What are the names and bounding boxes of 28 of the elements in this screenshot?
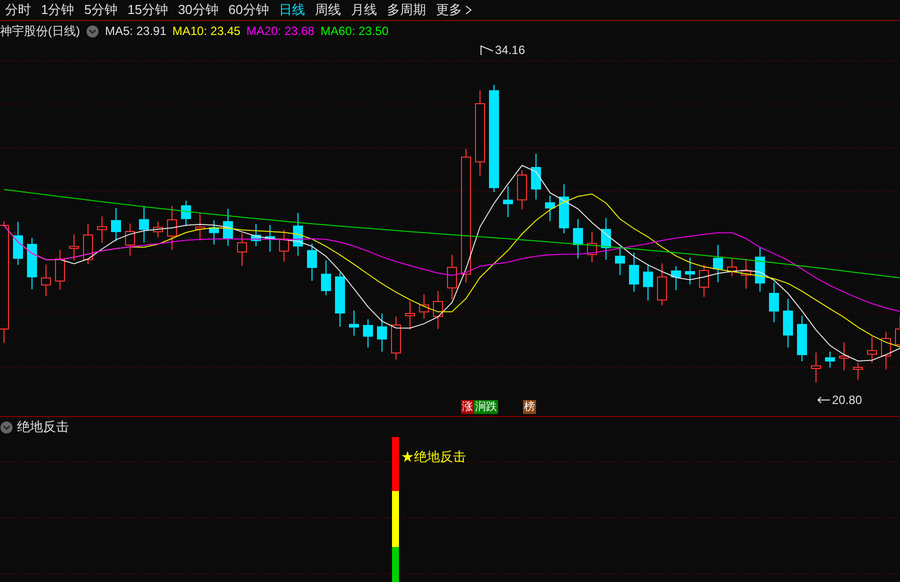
signal-label: ★绝地反击 (401, 448, 466, 466)
arrow-left-icon (817, 396, 831, 404)
event-tag[interactable]: 涧跌 (474, 400, 498, 414)
period-tab[interactable]: 60分钟 (223, 0, 274, 20)
moving-average-value: MA60: 23.50 (320, 23, 389, 40)
period-tab[interactable]: 15分钟 (122, 0, 173, 20)
moving-average-value: MA5: 23.91 (105, 23, 166, 40)
period-tab[interactable]: 月线 (346, 0, 382, 20)
chart-title: 神宇股份(日线) (0, 23, 80, 40)
moving-average-value: MA20: 23.68 (246, 23, 314, 40)
low-price-label: 20.80 (832, 392, 862, 409)
chevron-right-icon (464, 5, 472, 15)
event-tag[interactable]: 涨 (461, 400, 474, 414)
dropdown-icon[interactable] (0, 420, 13, 434)
moving-average-value: MA10: 23.45 (172, 23, 240, 40)
indicator-title: 绝地反击 (17, 418, 69, 436)
period-tab[interactable]: 多周期 (382, 0, 431, 20)
period-tab[interactable]: 日线 (274, 0, 310, 20)
period-tab[interactable]: 1分钟 (36, 0, 80, 20)
period-tab[interactable]: 更多 (430, 0, 477, 20)
dropdown-icon[interactable] (86, 24, 99, 38)
period-tab[interactable]: 周线 (310, 0, 346, 20)
event-tag[interactable]: 榜 (523, 400, 536, 414)
period-tab[interactable]: 30分钟 (172, 0, 224, 20)
period-tab[interactable]: 分时 (0, 0, 36, 20)
leader-line (480, 44, 494, 56)
period-tab[interactable]: 5分钟 (79, 0, 122, 20)
high-price-label: 34.16 (495, 42, 526, 59)
